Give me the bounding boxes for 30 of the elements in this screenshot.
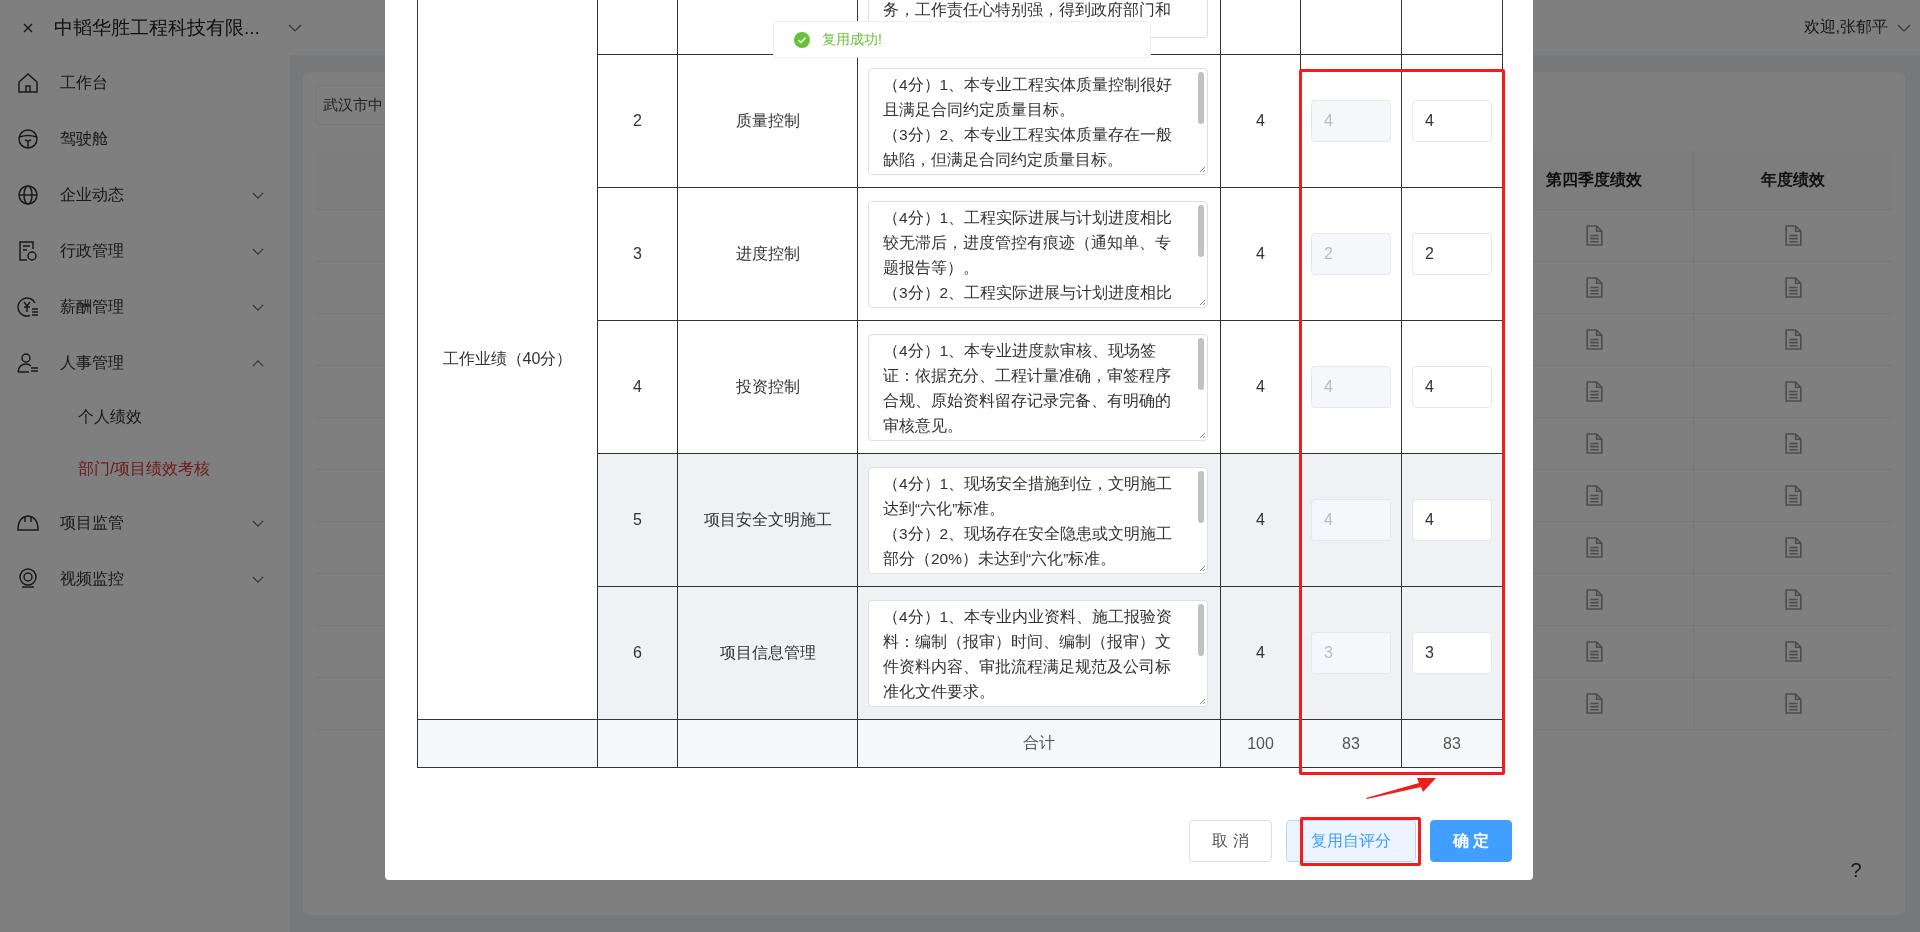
criteria-paragraph: （4分）1、现场安全措施到位，文明施工达到“六化”标准。 [883, 473, 1174, 519]
criteria-paragraph: （3分）2、工程实际进展与计划进度相比 [883, 282, 1174, 303]
total-cell: 83 [1300, 719, 1402, 768]
index-cell: 3 [597, 187, 678, 321]
index-cell: 6 [597, 586, 678, 720]
index-cell: 4 [597, 320, 678, 454]
item-cell: 项目信息管理 [677, 586, 858, 720]
criteria-paragraph: （4分）1、本专业内业资料、施工报验资料：编制（报审）时间、编制（报审）文件资料内容、审批流程满足规范及公司标准化文件要求。 [883, 606, 1174, 702]
max-score-cell: 4 [1220, 54, 1301, 188]
criteria-paragraph: （3分）2、本专业工程实体质量存在一般缺陷，但满足合同约定质量目标。 [883, 124, 1174, 170]
column-header: 年度绩效 [1693, 151, 1892, 209]
criteria-paragraph: （4分）1、本专业工程实体质量控制很好且满足合同约定质量目标。 [883, 74, 1174, 120]
total-cell: 100 [1220, 719, 1301, 768]
criteria-paragraph: （4分）1、本专业进度款审核、现场签证：依据充分、工程计量准确，审签程序合规、原始资料留存记录完备、有明确的审核意见。 [883, 340, 1172, 436]
criteria-paragraph: （3分）2、现场存在安全隐患或文明施工部分（20%）未达到“六化”标准。 [883, 523, 1174, 569]
company-name: 中韬华胜工程科技有限... [54, 15, 260, 40]
item-cell: 项目安全文明施工 [677, 453, 858, 587]
item-cell: 进度控制 [677, 187, 858, 321]
max-score-cell: 4 [1220, 586, 1301, 720]
total-cell: 83 [1401, 719, 1503, 768]
max-score-cell: 4 [1220, 453, 1301, 587]
max-score-cell: 4 [1220, 187, 1301, 321]
index-cell: 2 [597, 54, 678, 188]
index-cell: 5 [597, 453, 678, 587]
item-cell: 质量控制 [677, 54, 858, 188]
category-cell: 工作业绩（40分） [417, 0, 598, 720]
criteria-paragraph: （4分）1、工程实际进展与计划进度相比较无滞后，进度管控有痕迹（通知单、专题报告等）。 [883, 207, 1174, 278]
max-score-cell: 4 [1220, 320, 1301, 454]
total-label: 合计 [857, 719, 1221, 768]
item-cell: 投资控制 [677, 320, 858, 454]
